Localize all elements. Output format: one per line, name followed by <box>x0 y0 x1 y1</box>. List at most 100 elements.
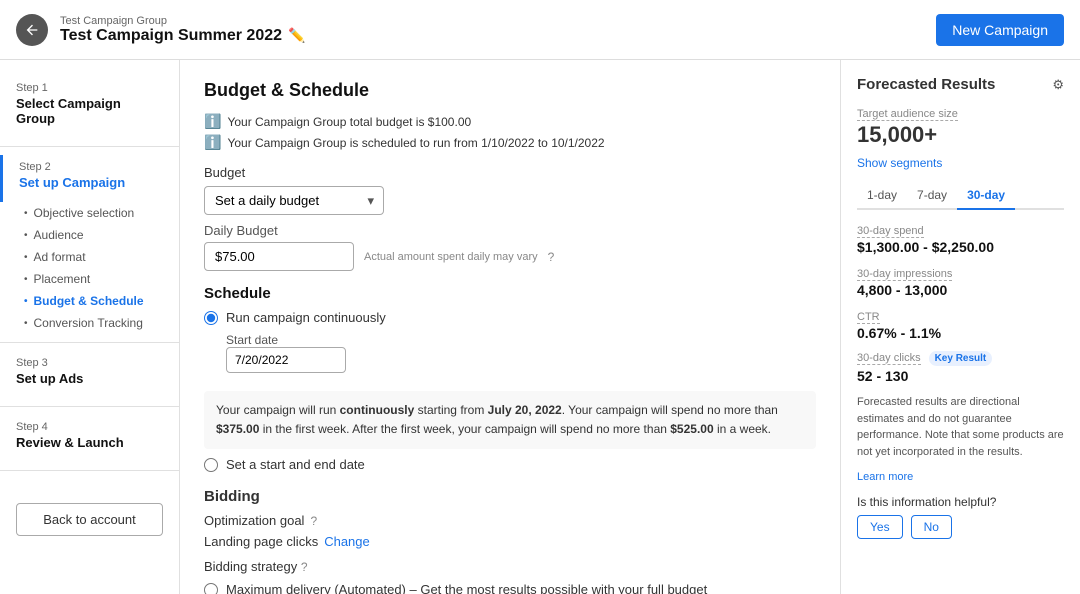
radio-start-end-date-label: Set a start and end date <box>226 457 365 472</box>
forecast-header: Forecasted Results ⚙ <box>857 76 1064 93</box>
radio-start-end-date[interactable]: Set a start and end date <box>204 457 816 472</box>
landing-page-row: Landing page clicks Change <box>204 534 816 549</box>
radio-max-delivery[interactable]: Maximum delivery (Automated) – Get the m… <box>204 582 816 594</box>
target-audience-label: Target audience size <box>857 108 958 121</box>
sidebar-item-conversion-tracking[interactable]: Conversion Tracking <box>0 312 179 334</box>
back-to-account-button[interactable]: Back to account <box>16 503 163 536</box>
campaign-group-name: Test Campaign Group <box>60 15 305 27</box>
step3-label: Step 3 <box>16 357 163 369</box>
radio-max-delivery-label: Maximum delivery (Automated) – Get the m… <box>226 582 707 594</box>
daily-budget-hint: Actual amount spent daily may vary <box>364 251 538 263</box>
daily-budget-input-row: Actual amount spent daily may vary ? <box>204 242 816 271</box>
run-info-content: Your campaign will run continuously star… <box>216 403 778 436</box>
metric-spend-label: 30-day spend <box>857 225 924 238</box>
daily-budget-section: Daily Budget Actual amount spent daily m… <box>204 223 816 271</box>
radio-run-continuously-input[interactable] <box>204 311 218 325</box>
key-result-badge: Key Result <box>929 351 993 366</box>
learn-more-link[interactable]: Learn more <box>857 471 913 483</box>
metric-impressions-label: 30-day impressions <box>857 268 952 281</box>
back-button[interactable] <box>16 14 48 46</box>
bidding-title: Bidding <box>204 488 816 505</box>
top-navigation: Test Campaign Group Test Campaign Summer… <box>0 0 1080 60</box>
gear-icon[interactable]: ⚙ <box>1052 77 1064 93</box>
helpful-buttons: Yes No <box>857 515 1064 539</box>
tab-30-day[interactable]: 30-day <box>957 182 1015 210</box>
tab-1-day[interactable]: 1-day <box>857 182 907 210</box>
info-icon-1: ℹ️ <box>204 113 221 130</box>
sidebar-step4: Step 4 Review & Launch <box>0 415 179 462</box>
daily-budget-label: Daily Budget <box>204 223 816 238</box>
metric-30day-spend: 30-day spend $1,300.00 - $2,250.00 <box>857 222 1064 255</box>
step1-title: Select Campaign Group <box>16 96 163 126</box>
helpful-question: Is this information helpful? <box>857 495 1064 509</box>
main-layout: Step 1 Select Campaign Group Step 2 Set … <box>0 60 1080 594</box>
yes-button[interactable]: Yes <box>857 515 903 539</box>
budget-field-label: Budget <box>204 165 816 180</box>
sidebar-item-ad-format[interactable]: Ad format <box>0 246 179 268</box>
new-campaign-button[interactable]: New Campaign <box>936 14 1064 46</box>
sidebar-step1: Step 1 Select Campaign Group <box>0 76 179 138</box>
right-panel: Forecasted Results ⚙ Target audience siz… <box>840 60 1080 594</box>
metric-clicks-label: 30-day clicks <box>857 352 921 365</box>
metric-spend-value: $1,300.00 - $2,250.00 <box>857 239 1064 255</box>
landing-page-label: Landing page clicks <box>204 534 318 549</box>
change-link[interactable]: Change <box>324 534 370 549</box>
bidding-section: Bidding Optimization goal ? Landing page… <box>204 488 816 594</box>
campaign-name-row: Test Campaign Summer 2022 ✏️ <box>60 27 305 45</box>
edit-icon[interactable]: ✏️ <box>288 27 305 44</box>
campaign-titles: Test Campaign Group Test Campaign Summer… <box>60 15 305 45</box>
show-segments-link[interactable]: Show segments <box>857 156 1064 170</box>
metric-ctr-label: CTR <box>857 311 880 324</box>
sidebar-step3: Step 3 Set up Ads <box>0 351 179 398</box>
sidebar-item-placement[interactable]: Placement <box>0 268 179 290</box>
schedule-radio-group: Run campaign continuously Start date You… <box>204 310 816 472</box>
radio-max-delivery-input[interactable] <box>204 583 218 594</box>
step2-title: Set up Campaign <box>19 175 163 190</box>
sidebar-item-objective-selection[interactable]: Objective selection <box>0 202 179 224</box>
metric-30day-impressions: 30-day impressions 4,800 - 13,000 <box>857 265 1064 298</box>
bidding-radio-group: Maximum delivery (Automated) – Get the m… <box>204 582 816 594</box>
step4-title: Review & Launch <box>16 435 163 450</box>
budget-select[interactable]: Set a daily budget <box>204 186 384 215</box>
info-banner-1: ℹ️ Your Campaign Group total budget is $… <box>204 113 816 130</box>
bidding-strategy-help-icon[interactable]: ? <box>301 560 308 574</box>
tab-7-day[interactable]: 7-day <box>907 182 957 210</box>
opt-goal-help-icon[interactable]: ? <box>310 514 317 528</box>
metric-clicks-value: 52 - 130 <box>857 368 1064 384</box>
nav-left: Test Campaign Group Test Campaign Summer… <box>16 14 305 46</box>
bidding-strategy-label: Bidding strategy ? <box>204 559 816 574</box>
optimization-goal-label: Optimization goal <box>204 513 304 528</box>
metric-30day-clicks: 30-day clicks Key Result 52 - 130 <box>857 351 1064 384</box>
helpful-row: Is this information helpful? <box>857 495 1064 509</box>
optimization-goal-row: Optimization goal ? <box>204 513 816 528</box>
forecast-note: Forecasted results are directional estim… <box>857 394 1064 460</box>
content-area: Budget & Schedule ℹ️ Your Campaign Group… <box>180 60 840 594</box>
metric-ctr-value: 0.67% - 1.1% <box>857 325 1064 341</box>
sidebar: Step 1 Select Campaign Group Step 2 Set … <box>0 60 180 594</box>
radio-start-end-date-input[interactable] <box>204 458 218 472</box>
metric-clicks-label-row: 30-day clicks Key Result <box>857 351 1064 366</box>
sidebar-item-budget-schedule[interactable]: Budget & Schedule <box>0 290 179 312</box>
step3-title: Set up Ads <box>16 371 163 386</box>
metric-ctr: CTR 0.67% - 1.1% <box>857 308 1064 341</box>
section-title: Budget & Schedule <box>204 80 816 101</box>
sidebar-item-audience[interactable]: Audience <box>0 224 179 246</box>
daily-budget-input[interactable] <box>204 242 354 271</box>
target-audience-value: 15,000+ <box>857 122 1064 148</box>
no-button[interactable]: No <box>911 515 952 539</box>
info-banner-2: ℹ️ Your Campaign Group is scheduled to r… <box>204 134 816 151</box>
step2-label: Step 2 <box>19 161 163 173</box>
daily-budget-help-icon[interactable]: ? <box>548 250 555 264</box>
budget-select-wrapper: Set a daily budget ▾ <box>204 186 384 215</box>
metric-impressions-value: 4,800 - 13,000 <box>857 282 1064 298</box>
info-icon-2: ℹ️ <box>204 134 221 151</box>
run-info-text: Your campaign will run continuously star… <box>204 391 816 449</box>
schedule-label: Schedule <box>204 285 816 302</box>
radio-run-continuously-label: Run campaign continuously <box>226 310 386 325</box>
campaign-name: Test Campaign Summer 2022 <box>60 27 282 45</box>
radio-run-continuously[interactable]: Run campaign continuously <box>204 310 816 325</box>
start-date-input[interactable] <box>226 347 346 373</box>
sidebar-step2: Step 2 Set up Campaign <box>0 155 179 202</box>
step1-label: Step 1 <box>16 82 163 94</box>
forecast-title: Forecasted Results <box>857 76 995 93</box>
